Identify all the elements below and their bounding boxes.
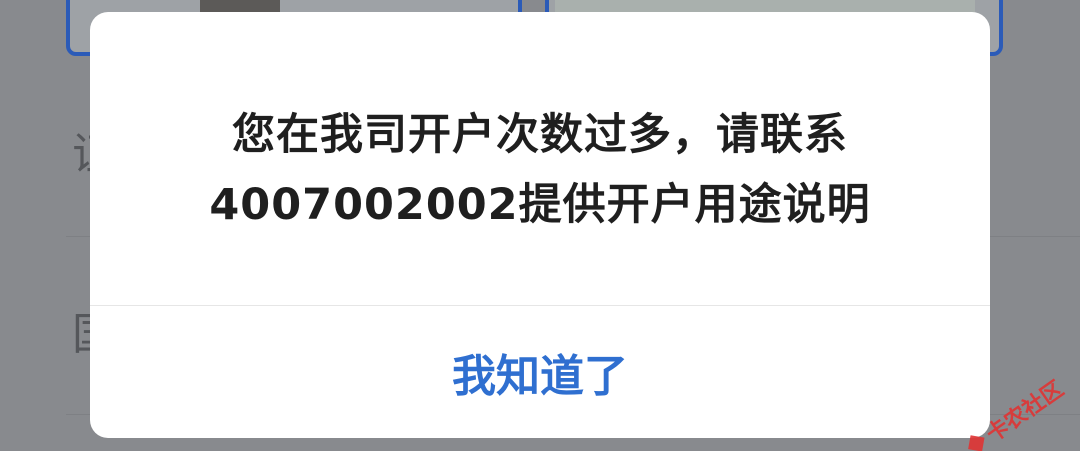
dialog-message-line: 您在我司开户次数过多，请联系 <box>232 110 848 160</box>
screen: 证 国 您在我司开户次数过多，请联系 4007002002提供开户用途说明 我知… <box>0 0 1080 451</box>
dialog-message-line: 4007002002提供开户用途说明 <box>209 180 871 230</box>
watermark-text: 卡农社区 <box>982 376 1069 448</box>
dialog-message: 您在我司开户次数过多，请联系 4007002002提供开户用途说明 <box>90 100 990 240</box>
alert-dialog: 您在我司开户次数过多，请联系 4007002002提供开户用途说明 我知道了 <box>90 12 990 438</box>
confirm-button[interactable]: 我知道了 <box>90 306 990 438</box>
